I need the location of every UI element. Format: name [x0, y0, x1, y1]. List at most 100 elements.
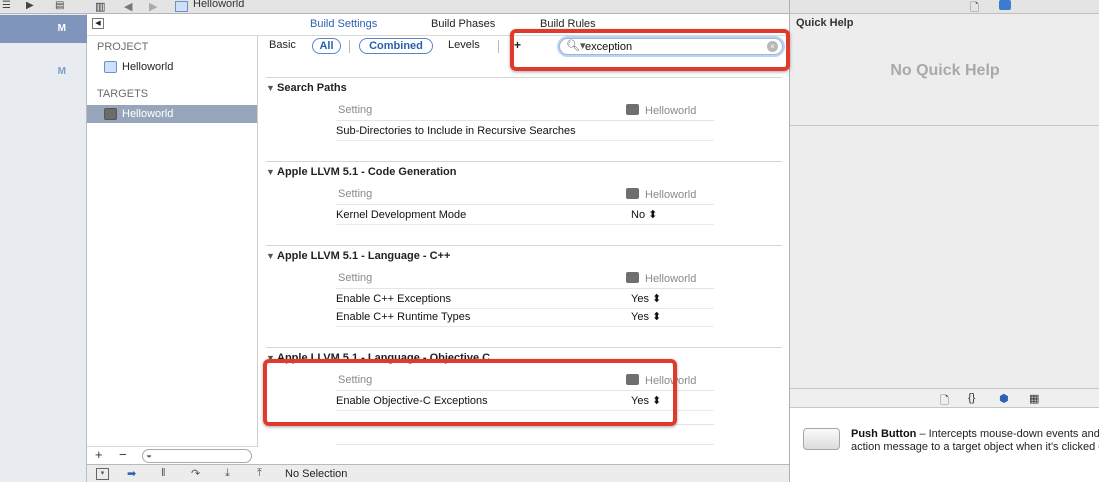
quick-help-empty-state: No Quick Help	[890, 62, 1000, 79]
library-item-desc-line1: – Intercepts mouse-down events and	[916, 428, 1099, 440]
all-filter-button[interactable]: All	[312, 38, 341, 54]
group-header[interactable]: ▼ Apple LLVM 5.1 - Code Generation	[266, 166, 456, 178]
tag-icon[interactable]: ▶	[26, 0, 34, 11]
group-divider	[266, 347, 782, 348]
annotation-highlight-search	[510, 29, 790, 71]
group-divider	[266, 77, 782, 78]
library-item-desc-line2: action message to a target object when i…	[851, 441, 1099, 453]
basic-filter-button[interactable]: Basic	[269, 39, 296, 51]
code-snippet-library-icon[interactable]: {}	[968, 392, 975, 404]
project-icon	[104, 61, 117, 73]
related-items-icon[interactable]: ▥	[95, 0, 105, 13]
annotation-highlight-objc-exceptions	[263, 359, 677, 426]
quick-help-title: Quick Help	[796, 17, 854, 29]
comment-icon[interactable]: ▤	[55, 0, 64, 11]
breakpoints-icon[interactable]: ➡	[127, 467, 136, 480]
quick-help-inspector-icon[interactable]	[999, 0, 1011, 10]
step-over-icon[interactable]: ↷	[191, 467, 200, 480]
navigator-selected-row[interactable]	[0, 15, 87, 43]
library-item-name: Push Button	[851, 428, 917, 440]
media-library-icon[interactable]: ▦	[1029, 392, 1039, 405]
disclosure-triangle-icon[interactable]: ▼	[266, 167, 277, 177]
jump-bar: ▥ ◀ ▶ Helloworld	[87, 0, 789, 14]
step-out-icon[interactable]: ⤒	[257, 467, 262, 480]
targets-section-header: TARGETS	[97, 88, 149, 100]
tab-build-settings[interactable]: Build Settings	[310, 18, 377, 30]
hide-debug-area-icon[interactable]: ▾	[96, 468, 109, 480]
debug-bar: ▾ ➡ ‖ ↷ ⤓ ⤒ No Selection	[87, 464, 789, 482]
target-column-header: Helloworld	[626, 272, 696, 285]
row-divider	[336, 444, 714, 445]
target-column-label: Helloworld	[645, 273, 697, 285]
group-header[interactable]: ▼ Apple LLVM 5.1 - Language - C++	[266, 250, 450, 262]
group-title: Apple LLVM 5.1 - Language - C++	[277, 250, 451, 262]
object-library-list: Push Button – Intercepts mouse-down even…	[790, 408, 1099, 482]
file-inspector-icon[interactable]: 🗋	[970, 0, 979, 18]
navigator-filter-field[interactable]: ◒	[142, 449, 252, 463]
target-item[interactable]: Helloworld	[87, 105, 257, 123]
target-column-label: Helloworld	[645, 189, 697, 201]
setting-value-popup[interactable]: Yes ⬍	[631, 309, 661, 326]
remove-target-button[interactable]: −	[119, 447, 127, 462]
forward-arrow-icon[interactable]: ▶	[149, 0, 157, 13]
group-title: Search Paths	[277, 82, 347, 94]
filter-icon: ◒	[146, 450, 153, 461]
target-column-header: Helloworld	[626, 188, 696, 201]
tab-build-phases[interactable]: Build Phases	[431, 18, 495, 30]
levels-view-button[interactable]: Levels	[448, 39, 480, 51]
settings-group: ▼ Apple LLVM 5.1 - Code Generation Settin…	[266, 161, 782, 226]
back-arrow-icon[interactable]: ◀	[124, 0, 132, 13]
add-target-button[interactable]: +	[95, 447, 103, 462]
group-divider	[266, 245, 782, 246]
setting-column-header: Setting	[338, 104, 373, 116]
project-section-header: PROJECT	[97, 41, 149, 53]
setting-name: Enable C++ Exceptions	[336, 293, 451, 305]
target-app-icon	[626, 272, 639, 283]
row-divider	[336, 204, 714, 205]
disclosure-triangle-icon[interactable]: ▼	[266, 83, 277, 93]
object-library-icon[interactable]: ⬢	[999, 392, 1009, 405]
setting-name: Sub-Directories to Include in Recursive …	[336, 125, 576, 137]
library-item-description[interactable]: Push Button – Intercepts mouse-down even…	[851, 428, 1099, 454]
setting-row[interactable]: Sub-Directories to Include in Recursive …	[336, 123, 714, 141]
modified-badge: M	[57, 23, 66, 34]
setting-row[interactable]: Enable C++ Runtime Types Yes ⬍	[336, 309, 714, 327]
step-into-icon[interactable]: ⤓	[225, 467, 230, 480]
setting-column-header: Setting	[338, 272, 373, 284]
setting-name: Kernel Development Mode	[336, 209, 467, 221]
group-header[interactable]: ▼ Search Paths	[266, 82, 347, 94]
navigator-toolbar: ☰ ▶ ▤	[0, 0, 87, 14]
row-divider	[336, 288, 714, 289]
navigator-bottom-bar: + − ◒	[87, 446, 258, 464]
target-app-icon	[626, 188, 639, 199]
inspector-selector-bar: 🗋	[790, 0, 1099, 14]
setting-name: Enable C++ Runtime Types	[336, 311, 471, 323]
target-app-icon	[626, 104, 639, 115]
settings-group: ▼ Apple LLVM 5.1 - Language - C++ Setting…	[266, 245, 782, 330]
setting-value-popup[interactable]: No ⬍	[631, 207, 657, 224]
group-title: Apple LLVM 5.1 - Code Generation	[277, 166, 457, 178]
hide-project-list-icon[interactable]: ◀	[92, 18, 104, 29]
target-item-label: Helloworld	[122, 108, 174, 120]
target-column-label: Helloworld	[645, 105, 697, 117]
group-divider	[266, 161, 782, 162]
debug-status: No Selection	[285, 468, 348, 480]
library-selector-bar: 🗋 {} ⬢ ▦	[790, 388, 1099, 408]
utilities-panel: 🗋 Quick Help No Quick Help 🗋 {} ⬢ ▦ Push…	[789, 0, 1099, 482]
list-icon[interactable]: ☰	[2, 0, 11, 11]
target-column-header: Helloworld	[626, 104, 696, 117]
navigator-panel: ☰ ▶ ▤ M M	[0, 0, 87, 482]
combined-view-button[interactable]: Combined	[359, 38, 433, 54]
filter-divider	[349, 40, 350, 53]
inspector-divider	[790, 125, 1099, 126]
setting-value-popup[interactable]: Yes ⬍	[631, 291, 661, 308]
project-item[interactable]: Helloworld	[87, 58, 257, 76]
jumpbar-title[interactable]: Helloworld	[193, 0, 244, 10]
setting-row[interactable]: Enable C++ Exceptions Yes ⬍	[336, 291, 714, 309]
setting-row[interactable]: Kernel Development Mode No ⬍	[336, 207, 714, 225]
modified-badge: M	[57, 66, 66, 77]
target-app-icon	[104, 108, 117, 120]
disclosure-triangle-icon[interactable]: ▼	[266, 251, 277, 261]
push-button-thumbnail[interactable]	[803, 428, 840, 450]
pause-icon[interactable]: ‖	[161, 467, 166, 479]
